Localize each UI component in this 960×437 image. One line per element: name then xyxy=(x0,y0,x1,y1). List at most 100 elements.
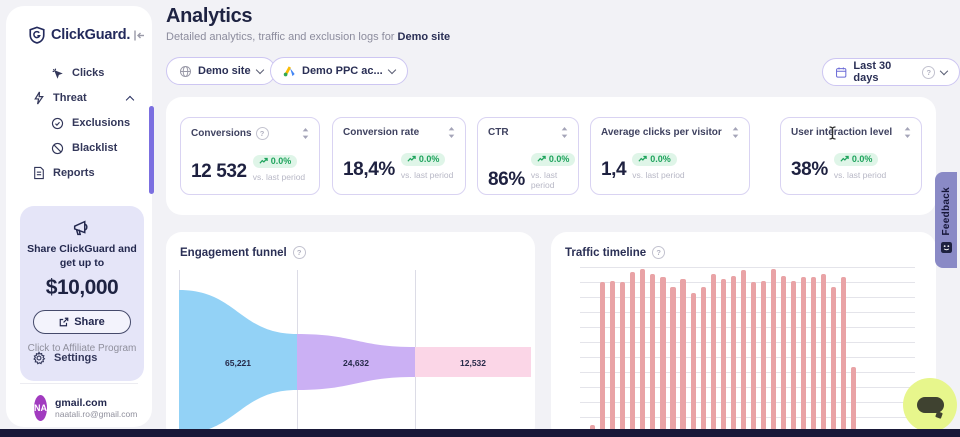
promo-text-line2: get up to xyxy=(20,256,144,270)
timeline-bar xyxy=(851,367,856,437)
account-switcher[interactable]: NA gmail.com naatali.ro@gmail.com xyxy=(34,395,140,421)
timeline-bar xyxy=(841,277,846,437)
timeline-bar xyxy=(781,276,786,437)
compare-label: vs. last period xyxy=(531,170,576,190)
change-badge: 0.0% xyxy=(632,153,677,166)
sidebar-item-label: Reports xyxy=(53,167,95,179)
stat-value: 1,4 xyxy=(601,160,626,180)
subtitle-site-name: Demo site xyxy=(398,31,451,43)
sidebar-scrollbar[interactable] xyxy=(149,106,154,194)
chevron-down-icon xyxy=(940,66,948,74)
account-name: gmail.com xyxy=(55,397,137,409)
change-badge: 0.0% xyxy=(401,153,446,166)
brand-name: ClickGuard. xyxy=(51,27,130,43)
sidebar-item-threat[interactable]: Threat xyxy=(33,87,137,109)
promo-amount: $10,000 xyxy=(20,276,144,300)
trend-up-icon xyxy=(407,155,416,163)
stat-value: 18,4% xyxy=(343,160,395,180)
sidebar-item-reports[interactable]: Reports xyxy=(33,162,95,184)
sidebar-item-label: Blacklist xyxy=(72,142,117,154)
date-range-value: Last 30 days xyxy=(853,60,916,84)
timeline-bar xyxy=(660,277,665,437)
stat-value: 86% xyxy=(488,170,525,190)
stat-label: Average clicks per visitor xyxy=(601,127,722,138)
stat-value: 38% xyxy=(791,160,828,180)
timeline-bar xyxy=(610,281,615,437)
chat-bubble-icon xyxy=(917,397,944,413)
app-window: ClickGuard. Clicks Threat Exclu xyxy=(0,0,960,437)
sort-icon[interactable] xyxy=(904,127,911,138)
sidebar: ClickGuard. Clicks Threat Exclu xyxy=(6,6,152,427)
compare-label: vs. last period xyxy=(632,170,684,180)
date-range-dropdown[interactable]: Last 30 days ? xyxy=(822,58,960,86)
stat-card-avg-clicks: Average clicks per visitor 1,4 0.0% vs. … xyxy=(590,117,750,195)
subtitle-text: Detailed analytics, traffic and exclusio… xyxy=(166,31,394,43)
traffic-timeline-card: Traffic timeline ? xyxy=(551,232,936,437)
chevron-up-icon xyxy=(126,95,134,103)
timeline-bar xyxy=(701,287,706,437)
info-icon[interactable]: ? xyxy=(256,127,269,140)
collapse-sidebar-icon[interactable] xyxy=(132,29,146,42)
stat-value: 12 532 xyxy=(191,162,247,182)
timeline-bar xyxy=(731,276,736,437)
timeline-bar xyxy=(650,274,655,437)
shield-logo-icon xyxy=(28,26,46,44)
info-icon[interactable]: ? xyxy=(652,246,665,259)
timeline-bar xyxy=(600,282,605,437)
timeline-bar xyxy=(811,277,816,437)
sort-icon[interactable] xyxy=(561,127,568,138)
click-icon xyxy=(51,67,64,80)
funnel-chart-title: Engagement funnel xyxy=(180,247,287,259)
timeline-bar xyxy=(721,279,726,437)
feedback-tab[interactable]: Feedback xyxy=(935,172,957,268)
sidebar-divider xyxy=(20,383,138,384)
timeline-bar xyxy=(791,281,796,437)
sort-icon[interactable] xyxy=(732,127,739,138)
sidebar-item-label: Clicks xyxy=(72,67,104,79)
stat-label: CTR xyxy=(488,127,509,138)
timeline-bar xyxy=(680,279,685,437)
traffic-timeline-chart xyxy=(580,267,915,437)
chat-launcher-button[interactable] xyxy=(903,378,957,432)
google-ads-icon xyxy=(283,65,296,77)
external-link-icon xyxy=(59,317,69,327)
account-email: naatali.ro@gmail.com xyxy=(55,409,137,420)
funnel-value-label: 12,532 xyxy=(460,358,486,368)
timeline-bar xyxy=(771,269,776,437)
timeline-bar xyxy=(821,274,826,437)
info-icon[interactable]: ? xyxy=(293,246,306,259)
settings-label: Settings xyxy=(54,352,97,364)
timeline-bar xyxy=(741,270,746,437)
ppc-account-filter-dropdown[interactable]: Demo PPC ac... xyxy=(270,57,408,85)
globe-icon xyxy=(179,65,192,78)
page-subtitle: Detailed analytics, traffic and exclusio… xyxy=(166,31,450,43)
megaphone-icon xyxy=(71,218,93,238)
sidebar-item-clicks[interactable]: Clicks xyxy=(51,62,104,84)
sidebar-item-exclusions[interactable]: Exclusions xyxy=(51,112,130,134)
share-button[interactable]: Share xyxy=(33,310,131,334)
site-filter-dropdown[interactable]: Demo site xyxy=(166,57,276,85)
compare-label: vs. last period xyxy=(834,170,886,180)
stat-card-ctr: CTR 86% 0.0% vs. last period xyxy=(477,117,579,195)
compare-label: vs. last period xyxy=(401,170,453,180)
trend-up-icon xyxy=(638,155,647,163)
sort-icon[interactable] xyxy=(302,128,309,139)
sidebar-item-blacklist[interactable]: Blacklist xyxy=(51,137,117,159)
blocked-icon xyxy=(51,142,64,155)
info-icon[interactable]: ? xyxy=(922,66,935,79)
timeline-bar xyxy=(691,293,696,437)
avatar: NA xyxy=(34,395,47,421)
trend-up-icon xyxy=(259,157,268,165)
timeline-chart-title: Traffic timeline xyxy=(565,247,646,259)
brand-logo[interactable]: ClickGuard. xyxy=(28,26,130,44)
timeline-bar xyxy=(630,272,635,437)
chevron-down-icon xyxy=(387,65,395,73)
bottom-bar xyxy=(0,429,960,437)
trend-up-icon xyxy=(537,155,546,163)
timeline-bar xyxy=(831,287,836,437)
sort-icon[interactable] xyxy=(448,127,455,138)
timeline-bar xyxy=(670,287,675,437)
timeline-bar xyxy=(711,274,716,437)
engagement-funnel-card: Engagement funnel ? 65,221 24,632 12,532 xyxy=(166,232,535,437)
sidebar-item-settings[interactable]: Settings xyxy=(32,347,97,369)
